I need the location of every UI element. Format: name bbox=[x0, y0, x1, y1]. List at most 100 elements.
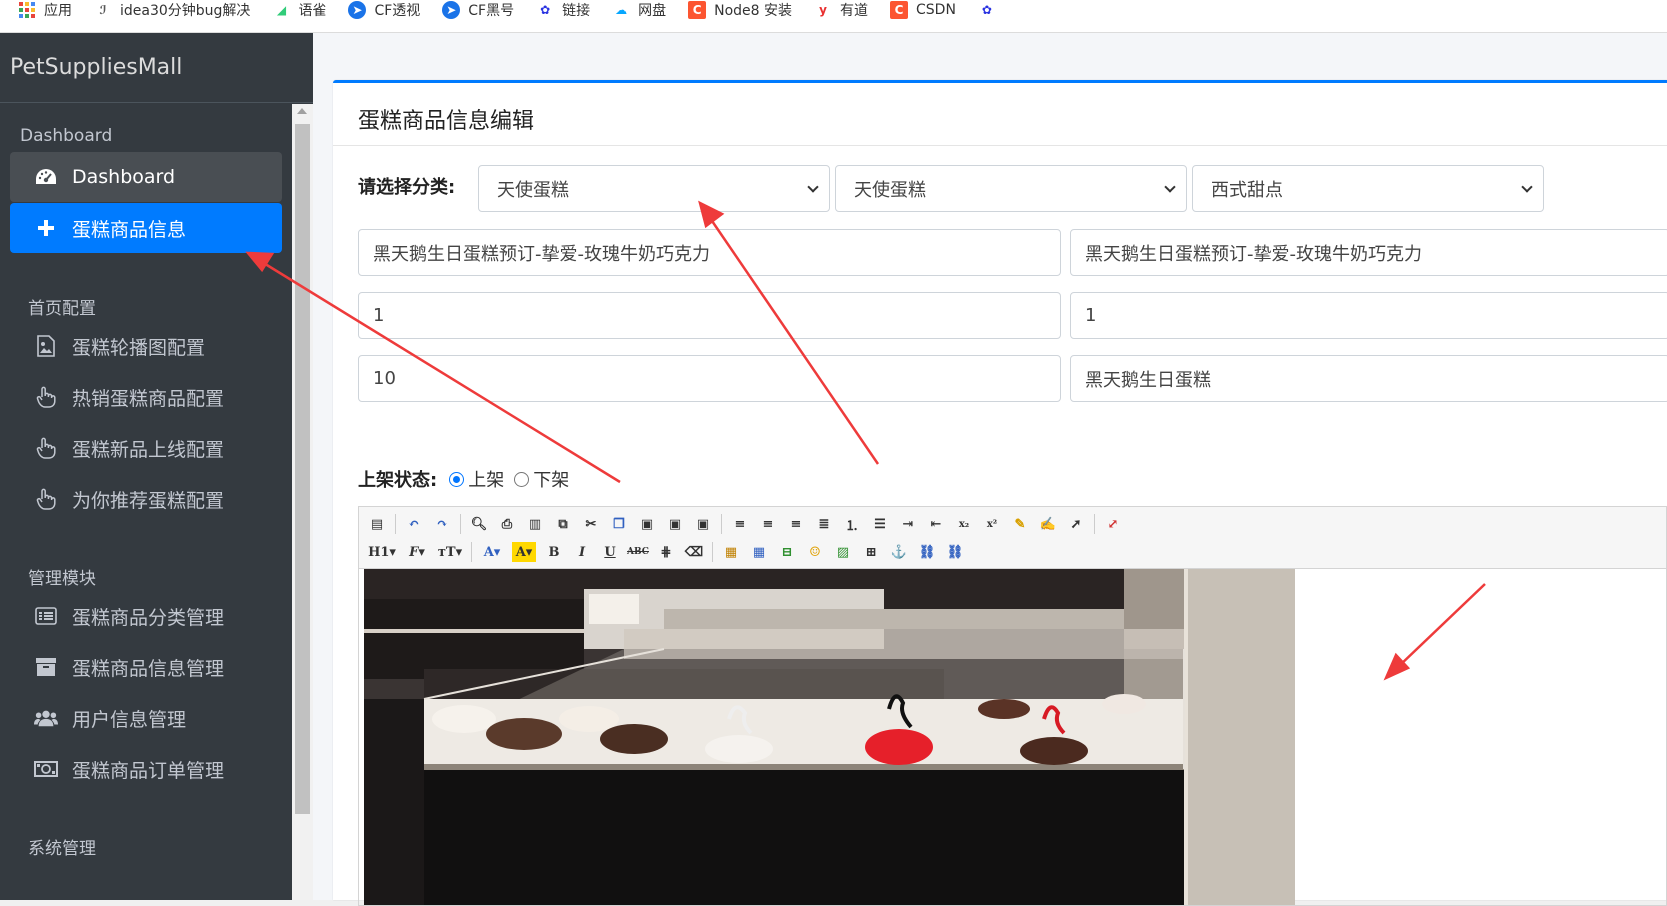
anchor-icon[interactable]: ⚓ bbox=[889, 542, 909, 562]
bold-icon[interactable]: B bbox=[544, 542, 564, 562]
cursor-icon[interactable]: ➚ bbox=[1066, 514, 1086, 534]
category-level3-select[interactable]: 西式甜点 bbox=[1192, 165, 1544, 212]
sidebar-item-category-manage[interactable]: 蛋糕商品分类管理 bbox=[10, 591, 282, 641]
underline-icon[interactable]: U bbox=[600, 542, 620, 562]
ordered-list-icon[interactable]: ⒈ bbox=[842, 514, 862, 534]
bookmark-item[interactable]: ➤ CF黑号 bbox=[442, 0, 514, 27]
pagebreak-icon[interactable]: ⊞ bbox=[861, 542, 881, 562]
bookmark-item[interactable]: ➤ CF透视 bbox=[348, 0, 420, 27]
bookmark-item[interactable]: y 有道 bbox=[814, 0, 868, 27]
goods-name-input[interactable]: 黑天鹅生日蛋糕预订-挚爱-玫瑰牛奶巧克力 bbox=[358, 229, 1061, 276]
cut-icon[interactable]: ✂ bbox=[581, 514, 601, 534]
toolbar-separator bbox=[1094, 514, 1095, 534]
sidebar-item-order-manage[interactable]: 蛋糕商品订单管理 bbox=[10, 744, 282, 794]
align-left-icon[interactable]: ≡ bbox=[730, 514, 750, 534]
heading-icon[interactable]: H1▾ bbox=[367, 542, 397, 562]
status-off-radio[interactable] bbox=[514, 471, 530, 487]
eraser-icon[interactable]: ⌫ bbox=[684, 542, 704, 562]
redo-icon[interactable]: ↷ bbox=[432, 514, 452, 534]
template-icon[interactable]: ▥ bbox=[525, 514, 545, 534]
rich-text-editor[interactable]: ▤ ↶ ↷ 🔍︎ ⎙ ▥ ⧉ ✂ ❐ ▣ ▣ ▣ ≡ ≡ ≡ ≣ ⒈ ☰ ⇥ ⇤… bbox=[358, 506, 1667, 906]
sidebar-item-user-manage[interactable]: 用户信息管理 bbox=[10, 693, 282, 743]
font-color-icon[interactable]: A▾ bbox=[480, 542, 504, 562]
copy-icon[interactable]: ❐ bbox=[609, 514, 629, 534]
bookmark-item[interactable]: ☁ 网盘 bbox=[612, 0, 666, 27]
nav-header-system: 系统管理 bbox=[28, 839, 96, 859]
sidebar-item-label: 蛋糕商品信息 bbox=[72, 218, 187, 241]
italic-icon[interactable]: I bbox=[572, 542, 592, 562]
status-on-radio[interactable] bbox=[449, 471, 465, 487]
nav-header-dashboard: Dashboard bbox=[20, 126, 113, 146]
scrollbar-thumb[interactable] bbox=[295, 124, 310, 814]
sidebar-item-cake-info[interactable]: 蛋糕商品信息 bbox=[10, 203, 282, 253]
status-on-label[interactable]: 上架 bbox=[468, 466, 504, 492]
undo-icon[interactable]: ↶ bbox=[404, 514, 424, 534]
source-icon[interactable]: ▤ bbox=[367, 514, 387, 534]
stock-input[interactable]: 10 bbox=[358, 355, 1061, 402]
bookmark-item[interactable]: ✿ 链接 bbox=[536, 0, 590, 27]
line-height-icon[interactable]: ⋕ bbox=[656, 542, 676, 562]
list-alt-icon bbox=[34, 604, 58, 628]
link-icon[interactable]: ⛓ bbox=[917, 542, 937, 562]
sidebar-item-recommend-config[interactable]: 为你推荐蛋糕配置 bbox=[10, 474, 282, 524]
brand-title[interactable]: PetSuppliesMall bbox=[0, 33, 313, 103]
sidebar-scrollbar[interactable] bbox=[292, 104, 313, 900]
sidebar-item-dashboard[interactable]: Dashboard bbox=[10, 152, 282, 202]
clear-format-icon[interactable]: ✎ bbox=[1010, 514, 1030, 534]
indent-icon[interactable]: ⇥ bbox=[898, 514, 918, 534]
category-level2-select[interactable]: 天使蛋糕 bbox=[835, 165, 1187, 212]
fullscreen-icon[interactable]: ⤢ bbox=[1103, 514, 1123, 534]
baidu-paw-icon: ✿ bbox=[981, 3, 992, 17]
yuque-icon: ◢ bbox=[276, 3, 287, 17]
tag-input[interactable]: 黑天鹅生日蛋糕 bbox=[1070, 355, 1667, 402]
bookmark-item[interactable]: 应用 bbox=[18, 0, 72, 27]
editor-toolbar: ▤ ↶ ↷ 🔍︎ ⎙ ▥ ⧉ ✂ ❐ ▣ ▣ ▣ ≡ ≡ ≡ ≣ ⒈ ☰ ⇥ ⇤… bbox=[359, 507, 1666, 569]
align-justify-icon[interactable]: ≣ bbox=[814, 514, 834, 534]
toolbar-separator bbox=[471, 542, 472, 562]
scroll-up-arrow-icon[interactable] bbox=[297, 108, 307, 114]
preview-icon[interactable]: 🔍︎ bbox=[469, 514, 489, 534]
status-off-label[interactable]: 下架 bbox=[533, 466, 569, 492]
bookmark-label: CF透视 bbox=[374, 3, 421, 19]
status-radio-group: 上架状态: 上架 下架 bbox=[358, 466, 569, 492]
bookmark-item[interactable]: ✿ bbox=[978, 0, 1004, 27]
paste-icon[interactable]: ▣ bbox=[637, 514, 657, 534]
unordered-list-icon[interactable]: ☰ bbox=[870, 514, 890, 534]
hand-pointer-icon bbox=[34, 487, 58, 511]
code-icon[interactable]: ⧉ bbox=[553, 514, 573, 534]
align-right-icon[interactable]: ≡ bbox=[786, 514, 806, 534]
sidebar-item-carousel-config[interactable]: 蛋糕轮播图配置 bbox=[10, 321, 282, 371]
bookmark-item[interactable]: C CSDN bbox=[890, 0, 956, 27]
sidebar-item-new-config[interactable]: 蛋糕新品上线配置 bbox=[10, 423, 282, 473]
bookmark-item[interactable]: C Node8 安装 bbox=[688, 0, 792, 27]
selling-price-input[interactable]: 1 bbox=[1070, 292, 1667, 339]
emoticon-icon[interactable]: ☺ bbox=[805, 542, 825, 562]
original-price-input[interactable]: 1 bbox=[358, 292, 1061, 339]
select-all-icon[interactable]: ✍ bbox=[1038, 514, 1058, 534]
highlight-color-icon[interactable]: A▾ bbox=[512, 542, 536, 562]
font-family-icon[interactable]: F▾ bbox=[405, 542, 429, 562]
image-icon[interactable]: ▨ bbox=[833, 542, 853, 562]
category-level1-select[interactable]: 天使蛋糕 bbox=[478, 165, 830, 212]
print-icon[interactable]: ⎙ bbox=[497, 514, 517, 534]
bookmark-item[interactable]: ◢ 语雀 bbox=[272, 0, 327, 27]
insert-image-multi-icon[interactable]: ▦ bbox=[721, 542, 741, 562]
subscript-icon[interactable]: x₂ bbox=[954, 514, 974, 534]
table-icon[interactable]: ▦ bbox=[749, 542, 769, 562]
align-center-icon[interactable]: ≡ bbox=[758, 514, 778, 534]
strikethrough-icon[interactable]: ABC bbox=[627, 542, 649, 562]
paste-word-icon[interactable]: ▣ bbox=[693, 514, 713, 534]
superscript-icon[interactable]: x² bbox=[982, 514, 1002, 534]
select-value: 天使蛋糕 bbox=[497, 179, 569, 201]
bookmark-label: CF黑号 bbox=[468, 3, 515, 19]
outdent-icon[interactable]: ⇤ bbox=[926, 514, 946, 534]
sidebar-item-goods-manage[interactable]: 蛋糕商品信息管理 bbox=[10, 642, 282, 692]
sidebar-item-hot-config[interactable]: 热销蛋糕商品配置 bbox=[10, 372, 282, 422]
hr-icon[interactable]: ⊟ bbox=[777, 542, 797, 562]
font-size-icon[interactable]: тT▾ bbox=[437, 542, 463, 562]
bookmark-item[interactable]: ℐidea30分钟bug解决 bbox=[94, 0, 250, 27]
unlink-icon[interactable]: ⛓ bbox=[945, 542, 965, 562]
paste-text-icon[interactable]: ▣ bbox=[665, 514, 685, 534]
goods-intro-input[interactable]: 黑天鹅生日蛋糕预订-挚爱-玫瑰牛奶巧克力 bbox=[1070, 229, 1667, 276]
csdn-c-icon: C bbox=[688, 1, 707, 19]
